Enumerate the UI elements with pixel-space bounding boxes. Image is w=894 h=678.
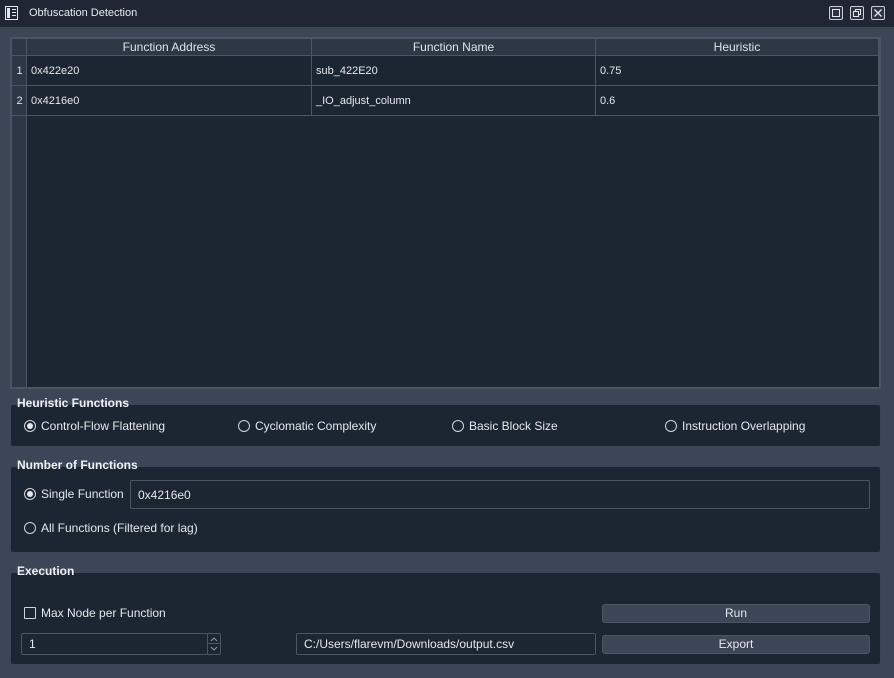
table-cell-heuristic[interactable]: 0.75 bbox=[596, 56, 879, 86]
max-node-spinbox[interactable]: 1 bbox=[21, 633, 221, 655]
table-cell-address[interactable]: 0x4216e0 bbox=[27, 86, 312, 116]
radio-indicator[interactable] bbox=[24, 522, 36, 534]
radio-indicator[interactable] bbox=[452, 420, 464, 432]
radio-label: All Functions (Filtered for lag) bbox=[41, 521, 198, 535]
spin-down-icon[interactable] bbox=[208, 644, 220, 654]
run-button[interactable]: Run bbox=[602, 604, 870, 623]
radio-all-functions[interactable]: All Functions (Filtered for lag) bbox=[24, 521, 198, 535]
execution-title: Execution bbox=[17, 564, 75, 578]
window-app-icon bbox=[5, 6, 18, 20]
row-header[interactable]: 1 bbox=[12, 56, 27, 86]
column-header-function-name[interactable]: Function Name bbox=[312, 39, 596, 56]
radio-label: Instruction Overlapping bbox=[682, 419, 806, 433]
max-node-checkbox[interactable]: Max Node per Function bbox=[24, 606, 166, 620]
radio-indicator[interactable] bbox=[24, 420, 36, 432]
window-title: Obfuscation Detection bbox=[29, 7, 138, 19]
results-table[interactable]: Function Address Function Name Heuristic… bbox=[10, 37, 881, 389]
table-cell-address[interactable]: 0x422e20 bbox=[27, 56, 312, 86]
maximize-icon[interactable] bbox=[829, 6, 843, 20]
radio-single-function[interactable]: Single Function bbox=[24, 487, 124, 501]
radio-label: Single Function bbox=[41, 487, 124, 501]
spinbox-value: 1 bbox=[29, 637, 36, 651]
radio-label: Control-Flow Flattening bbox=[41, 419, 166, 433]
radio-indicator[interactable] bbox=[24, 488, 36, 500]
close-icon[interactable] bbox=[871, 6, 885, 20]
column-header-function-address[interactable]: Function Address bbox=[27, 39, 312, 56]
number-of-functions-title: Number of Functions bbox=[17, 458, 138, 472]
column-header-heuristic[interactable]: Heuristic bbox=[596, 39, 879, 56]
title-bar: Obfuscation Detection bbox=[0, 0, 894, 27]
radio-cyclomatic-complexity[interactable]: Cyclomatic Complexity bbox=[238, 419, 376, 433]
radio-indicator[interactable] bbox=[665, 420, 677, 432]
radio-basic-block-size[interactable]: Basic Block Size bbox=[452, 419, 558, 433]
checkbox-indicator[interactable] bbox=[24, 607, 36, 619]
heuristic-functions-title: Heuristic Functions bbox=[17, 396, 130, 410]
row-header[interactable]: 2 bbox=[12, 86, 27, 116]
table-cell-name[interactable]: sub_422E20 bbox=[312, 56, 596, 86]
radio-control-flow-flattening[interactable]: Control-Flow Flattening bbox=[24, 419, 165, 433]
spinbox-arrows[interactable] bbox=[207, 634, 220, 654]
radio-instruction-overlapping[interactable]: Instruction Overlapping bbox=[665, 419, 805, 433]
table-cell-heuristic[interactable]: 0.6 bbox=[596, 86, 879, 116]
radio-label: Basic Block Size bbox=[469, 419, 558, 433]
radio-label: Cyclomatic Complexity bbox=[255, 419, 377, 433]
restore-icon[interactable] bbox=[850, 6, 864, 20]
single-function-input[interactable]: 0x4216e0 bbox=[130, 480, 870, 509]
table-corner-button[interactable] bbox=[12, 39, 27, 56]
spin-up-icon[interactable] bbox=[208, 634, 220, 644]
radio-indicator[interactable] bbox=[238, 420, 250, 432]
export-button[interactable]: Export bbox=[602, 635, 870, 654]
checkbox-label: Max Node per Function bbox=[41, 606, 166, 620]
output-path-input[interactable]: C:/Users/flarevm/Downloads/output.csv bbox=[296, 633, 596, 655]
table-cell-name[interactable]: _IO_adjust_column bbox=[312, 86, 596, 116]
